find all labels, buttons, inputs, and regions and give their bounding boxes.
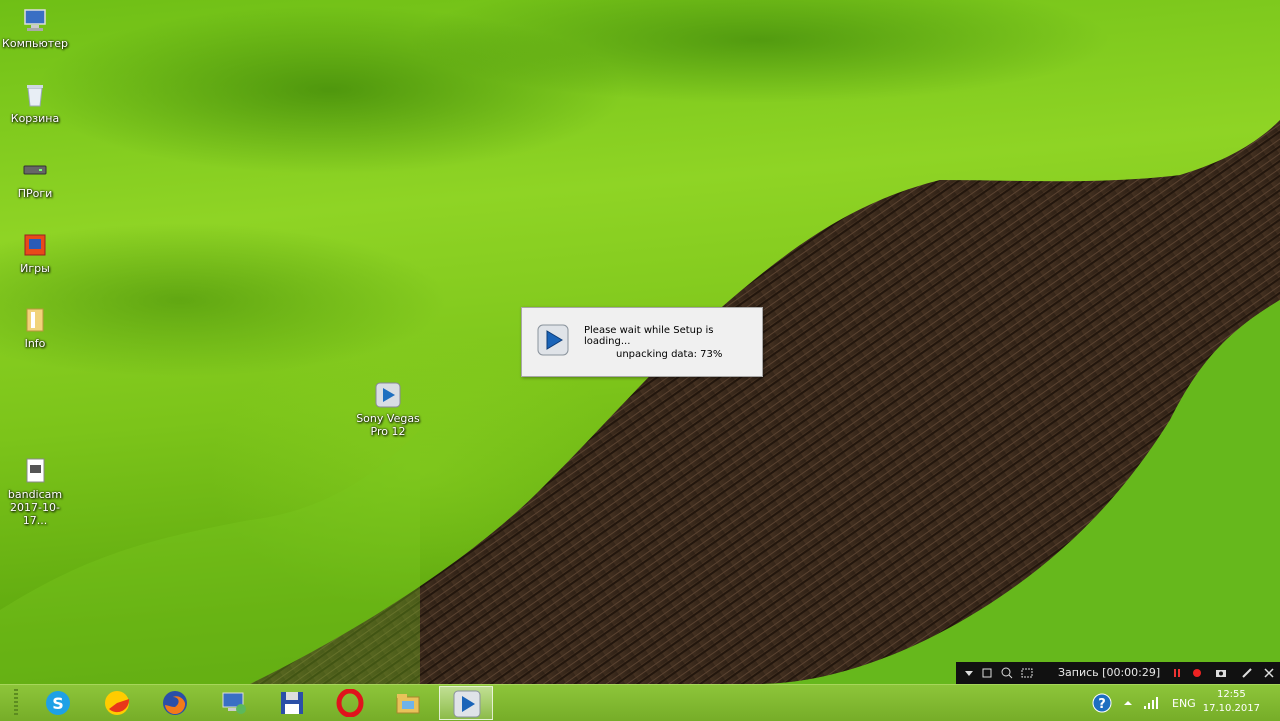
stop-record-icon[interactable] bbox=[1190, 666, 1204, 680]
folder-icon bbox=[26, 308, 44, 332]
games-folder-icon bbox=[24, 234, 46, 256]
desktop-icon-info[interactable]: Info bbox=[0, 306, 72, 350]
desktop-icon-label: Корзина bbox=[10, 112, 60, 125]
video-file-icon bbox=[26, 458, 45, 483]
drive-icon bbox=[23, 165, 47, 175]
desktop-icon-label: ПРоги bbox=[17, 187, 53, 200]
taskbar-yandex-browser-button[interactable] bbox=[90, 686, 144, 720]
desktop-icon-bandicam-file[interactable]: bandicam 2017-10-17... bbox=[0, 457, 72, 527]
setup-loading-dialog: Please wait while Setup is loading... un… bbox=[521, 307, 763, 377]
desktop-icon-label: Info bbox=[24, 337, 46, 350]
dropdown-arrow-icon[interactable] bbox=[962, 666, 976, 680]
sony-vegas-icon bbox=[375, 382, 401, 408]
svg-text:?: ? bbox=[1098, 697, 1106, 712]
language-indicator[interactable]: ENG bbox=[1172, 697, 1196, 710]
yandex-browser-icon bbox=[105, 691, 130, 715]
clock-date: 17.10.2017 bbox=[1202, 703, 1260, 714]
floppy-save-icon bbox=[281, 692, 303, 714]
taskbar-firefox-button[interactable] bbox=[148, 686, 202, 720]
camera-icon[interactable] bbox=[1214, 666, 1228, 680]
desktop-icon-label-line2: 2017-10-17... bbox=[10, 501, 60, 527]
window-mode-icon[interactable] bbox=[980, 666, 994, 680]
desktop-icon-label-line1: Sony Vegas bbox=[356, 412, 420, 425]
svg-text:S: S bbox=[52, 694, 64, 713]
zoom-icon[interactable] bbox=[1000, 666, 1014, 680]
desktop-wallpaper: Компьютер Корзина ПРоги Игры Info Sony V… bbox=[0, 0, 1280, 684]
recycle-bin-icon bbox=[27, 85, 43, 107]
desktop-icon-games[interactable]: Игры bbox=[0, 231, 72, 275]
desktop-icon-label-line1: bandicam bbox=[7, 488, 63, 501]
remote-desktop-icon bbox=[222, 692, 246, 714]
system-clock[interactable]: 12:55 17.10.2017 bbox=[1203, 688, 1260, 716]
pencil-icon[interactable] bbox=[1240, 666, 1254, 680]
taskbar-save-button[interactable] bbox=[265, 686, 319, 720]
sony-vegas-setup-icon bbox=[453, 690, 481, 718]
fullscreen-icon[interactable] bbox=[1020, 666, 1034, 680]
file-explorer-icon bbox=[396, 694, 420, 714]
help-icon[interactable]: ? bbox=[1092, 693, 1112, 713]
desktop-icon-progi[interactable]: ПРоги bbox=[0, 156, 72, 200]
setup-loading-message: Please wait while Setup is loading... bbox=[584, 325, 714, 347]
recording-timer: Запись [00:00:29] bbox=[1058, 666, 1161, 679]
desktop-icon-sony-vegas[interactable]: Sony Vegas Pro 12 bbox=[351, 381, 425, 438]
sony-vegas-setup-icon bbox=[537, 324, 569, 356]
taskbar: S ? ENG 12:55 17.10.2017 bbox=[0, 684, 1280, 721]
desktop-icon-label: Игры bbox=[20, 262, 50, 275]
pause-icon[interactable] bbox=[1170, 666, 1184, 680]
computer-icon bbox=[24, 9, 46, 31]
network-signal-icon[interactable] bbox=[1143, 695, 1159, 711]
taskbar-opera-button[interactable] bbox=[323, 686, 377, 720]
desktop-icon-label: Компьютер bbox=[2, 37, 68, 50]
taskbar-skype-button[interactable]: S bbox=[31, 686, 85, 720]
setup-progress-text: unpacking data: 73% bbox=[616, 349, 723, 360]
taskbar-grip[interactable] bbox=[14, 689, 18, 717]
skype-icon: S bbox=[46, 691, 70, 715]
taskbar-remote-desktop-button[interactable] bbox=[207, 686, 261, 720]
clock-time: 12:55 bbox=[1216, 689, 1246, 700]
desktop-icon-label-line2: Pro 12 bbox=[370, 425, 406, 438]
desktop-icon-computer[interactable]: Компьютер bbox=[0, 6, 72, 50]
bandicam-recording-toolbar: Запись [00:00:29] bbox=[956, 662, 1280, 684]
firefox-icon bbox=[163, 691, 187, 715]
desktop-icon-recycle-bin[interactable]: Корзина bbox=[0, 81, 72, 125]
show-hidden-icons-icon[interactable] bbox=[1123, 698, 1133, 708]
taskbar-file-explorer-button[interactable] bbox=[381, 686, 435, 720]
close-icon[interactable] bbox=[1262, 666, 1276, 680]
opera-icon bbox=[336, 689, 364, 717]
taskbar-setup-button[interactable] bbox=[439, 686, 493, 720]
